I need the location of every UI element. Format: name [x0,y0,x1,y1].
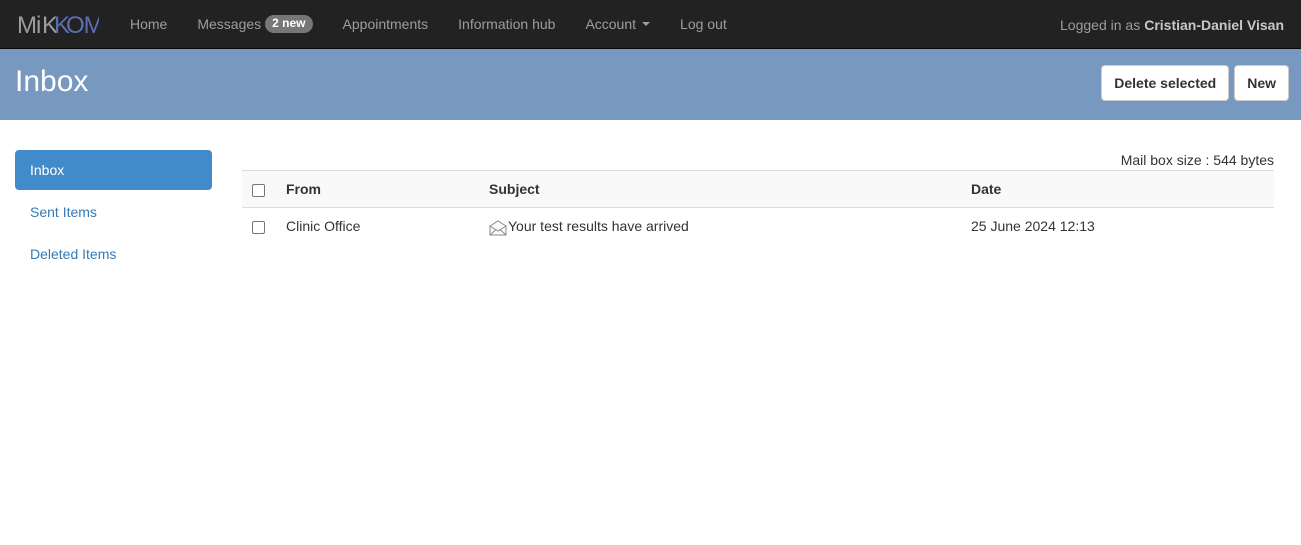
sidebar-item-label: Sent Items [30,204,97,220]
nav-logout[interactable]: Log out [665,0,742,49]
nav-account-label: Account [585,16,637,32]
svg-text:Mi: Mi [17,13,40,35]
sidebar-item-deleted-items[interactable]: Deleted Items [15,234,212,274]
logged-in-prefix: Logged in as [1060,16,1141,33]
table-header-row: From Subject Date [242,170,1274,208]
caret-down-icon [642,22,651,26]
column-header-from[interactable]: From [278,170,481,208]
message-from[interactable]: Clinic Office [278,208,481,245]
nav-appointments[interactable]: Appointments [328,0,444,49]
logged-in-user-name: Cristian-Daniel Visan [1144,16,1284,33]
nav-messages[interactable]: Messages 2 new [182,0,327,49]
nav-information-hub[interactable]: Information hub [443,0,570,49]
mail-sidebar: Inbox Sent Items Deleted Items [15,150,212,276]
logged-in-status: Logged in as Cristian-Daniel Visan [1060,0,1284,49]
sidebar-item-inbox[interactable]: Inbox [15,150,212,190]
message-subject-cell[interactable]: Your test results have arrived [481,208,963,245]
nav-account-dropdown[interactable]: Account [570,0,665,49]
table-row[interactable]: Clinic Office Your test results have arr… [242,208,1274,245]
main-nav: Home Messages 2 new Appointments Informa… [115,0,742,49]
message-table: From Subject Date Clinic Office Your tes… [242,170,1274,245]
page-header: Inbox Delete selected New [0,49,1301,120]
column-header-subject[interactable]: Subject [481,170,963,208]
nav-logout-label: Log out [680,16,727,32]
navbar: Mi K K OM Home Messages 2 new Appointmen… [0,0,1301,49]
message-subject[interactable]: Your test results have arrived [508,218,689,234]
nav-home[interactable]: Home [115,0,182,49]
svg-text:OM: OM [66,13,99,35]
header-actions: Delete selected New [1101,65,1289,101]
brand-logo[interactable]: Mi K K OM [0,0,115,49]
new-message-button[interactable]: New [1234,65,1289,101]
row-select-checkbox[interactable] [252,221,265,235]
nav-messages-label: Messages [197,16,262,32]
mailbox-panel: Mail box size : 544 bytes From Subject D… [242,150,1274,245]
sidebar-item-label: Deleted Items [30,246,117,262]
select-all-cell [242,170,278,208]
nav-information-hub-label: Information hub [458,16,556,32]
mailbox-size: Mail box size : 544 bytes [1120,152,1274,168]
sidebar-item-sent-items[interactable]: Sent Items [15,192,212,232]
nav-appointments-label: Appointments [342,16,429,32]
nav-home-label: Home [130,16,168,32]
envelope-open-icon [489,220,507,239]
message-date: 25 June 2024 12:13 [971,218,1095,235]
delete-selected-button[interactable]: Delete selected [1101,65,1230,101]
messages-new-badge: 2 new [265,15,313,33]
page-title: Inbox [15,65,89,98]
row-select-cell [242,208,278,245]
column-header-date[interactable]: Date [963,170,1274,208]
select-all-checkbox[interactable] [252,183,265,197]
sidebar-item-label: Inbox [30,162,65,178]
mikkom-logo-icon: Mi K K OM [17,13,99,35]
